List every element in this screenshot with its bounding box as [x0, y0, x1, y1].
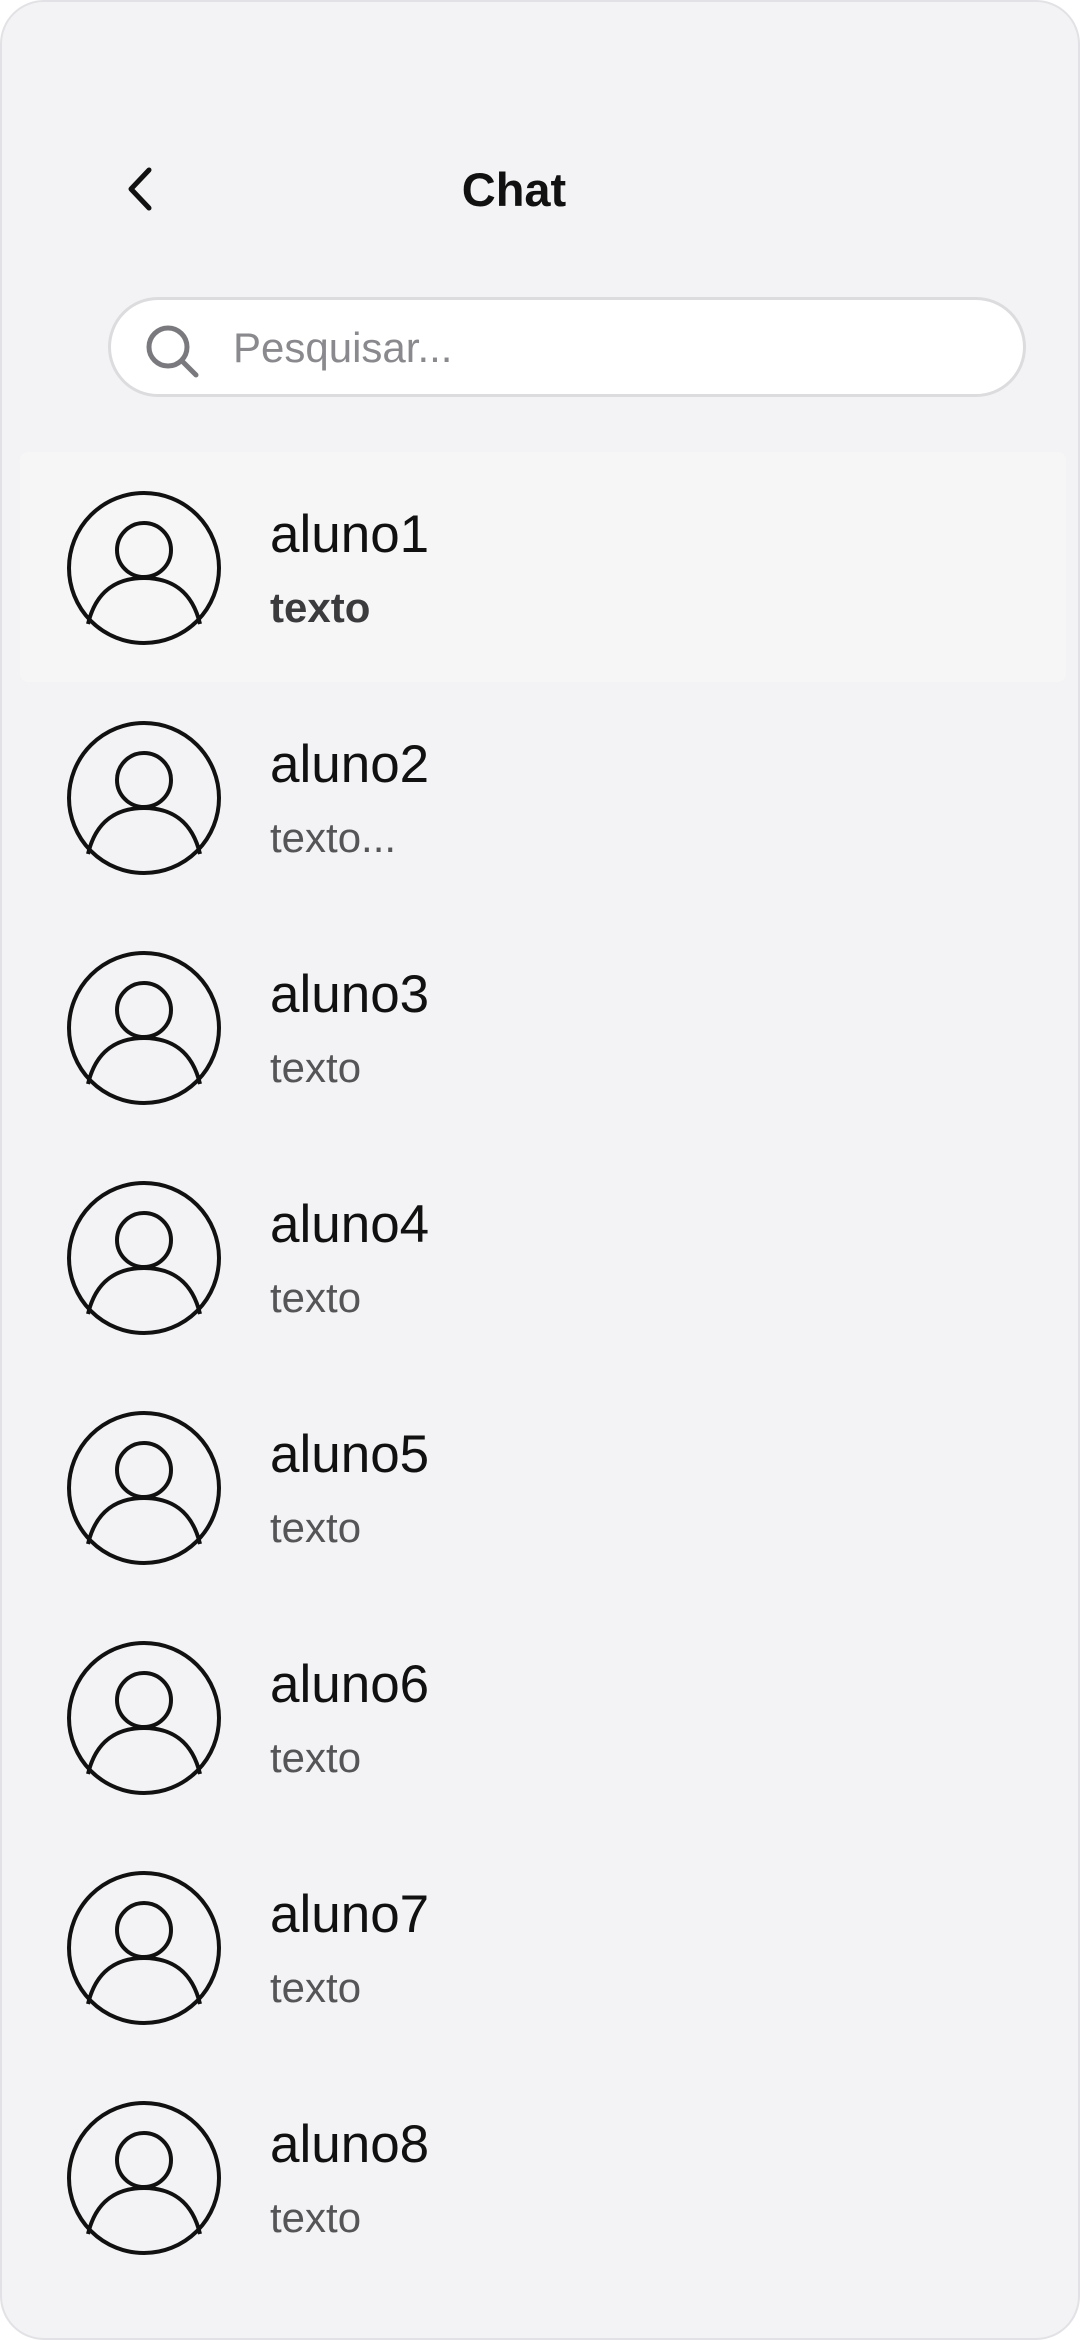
- chat-message-preview: texto...: [270, 814, 397, 861]
- chat-message-preview: texto: [270, 1964, 362, 2011]
- user-avatar-icon: [67, 1181, 221, 1335]
- search-icon: [146, 325, 199, 378]
- user-avatar-icon: [67, 2101, 221, 2255]
- search-bar[interactable]: [108, 297, 1026, 397]
- chat-list-item[interactable]: aluno6 texto: [2, 1602, 1078, 1832]
- user-avatar-icon: [67, 491, 221, 645]
- user-avatar-icon: [67, 1641, 221, 1795]
- user-avatar-icon: [67, 1411, 221, 1565]
- page-title: Chat: [461, 163, 567, 216]
- chat-screen: Chat aluno1 texto: [0, 0, 1080, 2340]
- chat-message-preview: texto: [270, 1734, 362, 1781]
- chat-list-item[interactable]: aluno1 texto: [2, 452, 1078, 682]
- chat-message-preview: texto: [270, 1504, 362, 1551]
- chat-contact-name: aluno7: [270, 1885, 430, 1944]
- chat-list-item[interactable]: aluno5 texto: [2, 1372, 1078, 1602]
- chat-contact-name: aluno4: [270, 1195, 430, 1254]
- chat-list-item[interactable]: aluno4 texto: [2, 1142, 1078, 1372]
- chat-contact-name: aluno3: [270, 965, 430, 1024]
- chat-message-preview: texto: [270, 2194, 362, 2241]
- header: Chat: [2, 142, 1078, 237]
- chat-contact-name: aluno8: [270, 2115, 430, 2174]
- chat-list: aluno1 texto aluno2 texto... aluno3 text…: [2, 452, 1078, 2292]
- chat-message-preview: texto: [270, 1274, 362, 1321]
- chat-contact-name: aluno6: [270, 1655, 430, 1714]
- chat-list-item[interactable]: aluno3 texto: [2, 912, 1078, 1142]
- chat-message-preview: texto: [270, 584, 371, 631]
- chat-list-item[interactable]: aluno7 texto: [2, 1832, 1078, 2062]
- user-avatar-icon: [67, 1871, 221, 2025]
- chat-contact-name: aluno1: [270, 505, 430, 564]
- search-input[interactable]: [233, 318, 993, 378]
- chat-list-item[interactable]: aluno2 texto...: [2, 682, 1078, 912]
- chat-message-preview: texto: [270, 1044, 362, 1091]
- user-avatar-icon: [67, 951, 221, 1105]
- chat-contact-name: aluno5: [270, 1425, 430, 1484]
- chat-list-item[interactable]: aluno8 texto: [2, 2062, 1078, 2292]
- chat-contact-name: aluno2: [270, 735, 430, 794]
- user-avatar-icon: [67, 721, 221, 875]
